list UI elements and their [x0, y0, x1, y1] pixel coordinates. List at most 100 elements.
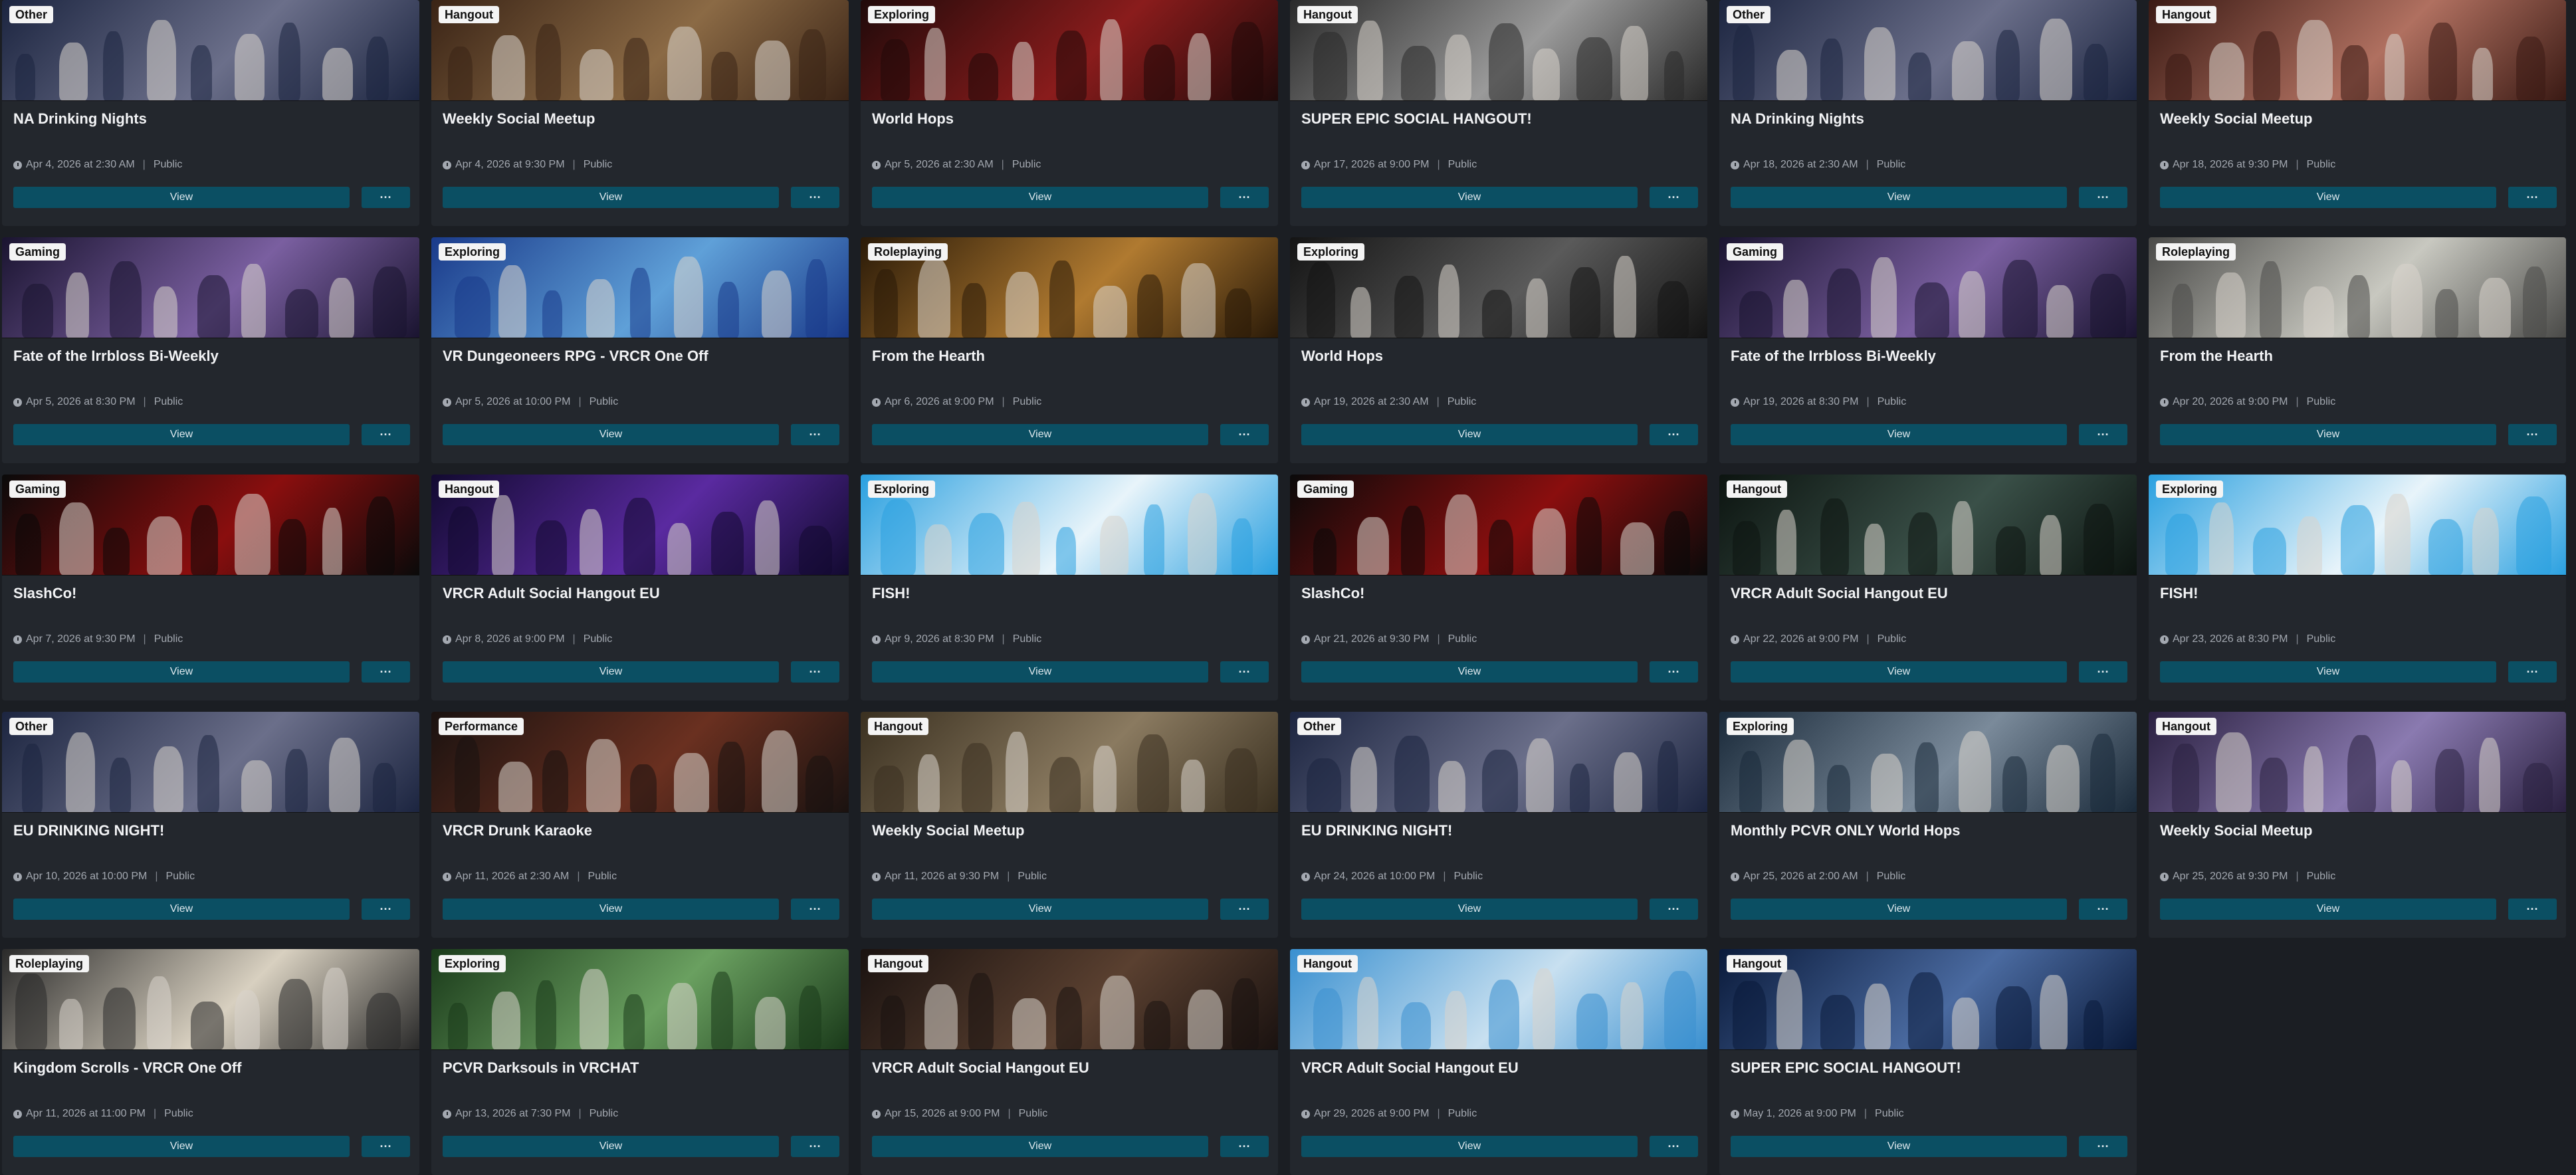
event-thumbnail[interactable]: Exploring [861, 475, 1278, 576]
event-thumbnail[interactable]: Gaming [2, 237, 419, 338]
view-button[interactable]: View [443, 1136, 779, 1157]
more-options-button[interactable]: ··· [1220, 187, 1269, 208]
event-thumbnail[interactable]: Hangout [1719, 475, 2137, 576]
more-options-button[interactable]: ··· [2079, 187, 2127, 208]
more-options-button[interactable]: ··· [2508, 899, 2557, 920]
more-options-button[interactable]: ··· [791, 424, 839, 445]
event-thumbnail[interactable]: Exploring [1290, 237, 1707, 338]
avatar-silhouette [1489, 520, 1513, 575]
view-button[interactable]: View [1731, 424, 2067, 445]
more-options-button[interactable]: ··· [362, 187, 410, 208]
event-thumbnail[interactable]: Exploring [861, 0, 1278, 101]
more-options-button[interactable]: ··· [2079, 661, 2127, 683]
view-button[interactable]: View [872, 187, 1208, 208]
event-thumbnail[interactable]: Roleplaying [2, 949, 419, 1050]
event-thumbnail[interactable]: Performance [431, 712, 849, 813]
event-thumbnail[interactable]: Roleplaying [2149, 237, 2566, 338]
more-options-button[interactable]: ··· [1220, 1136, 1269, 1157]
view-button[interactable]: View [2160, 424, 2496, 445]
view-button[interactable]: View [13, 424, 350, 445]
view-button[interactable]: View [13, 661, 350, 683]
more-options-button[interactable]: ··· [2508, 661, 2557, 683]
avatar-silhouette [448, 506, 479, 575]
more-options-button[interactable]: ··· [1650, 187, 1698, 208]
event-thumbnail[interactable]: Hangout [2149, 0, 2566, 101]
more-options-button[interactable]: ··· [362, 661, 410, 683]
view-button[interactable]: View [443, 661, 779, 683]
event-thumbnail[interactable]: Hangout [1719, 949, 2137, 1050]
more-options-button[interactable]: ··· [791, 661, 839, 683]
more-options-button[interactable]: ··· [2079, 1136, 2127, 1157]
event-thumbnail[interactable]: Gaming [2, 475, 419, 576]
event-thumbnail[interactable]: Hangout [861, 949, 1278, 1050]
more-options-button[interactable]: ··· [1220, 661, 1269, 683]
view-button[interactable]: View [2160, 661, 2496, 683]
event-title: NA Drinking Nights [1731, 110, 1864, 127]
view-button[interactable]: View [872, 899, 1208, 920]
view-button[interactable]: View [13, 899, 350, 920]
more-options-button[interactable]: ··· [2079, 899, 2127, 920]
event-thumbnail[interactable]: Exploring [431, 949, 849, 1050]
event-meta: Apr 18, 2026 at 9:30 PM | Public [2160, 159, 2335, 171]
view-button[interactable]: View [443, 187, 779, 208]
event-thumbnail[interactable]: Roleplaying [861, 237, 1278, 338]
view-button[interactable]: View [1731, 187, 2067, 208]
view-button[interactable]: View [443, 424, 779, 445]
event-thumbnail[interactable]: Gaming [1290, 475, 1707, 576]
view-button[interactable]: View [2160, 187, 2496, 208]
avatar-silhouette [881, 499, 916, 575]
more-options-button[interactable]: ··· [791, 1136, 839, 1157]
event-thumbnail[interactable]: Hangout [1290, 0, 1707, 101]
view-button[interactable]: View [13, 1136, 350, 1157]
event-thumbnail[interactable]: Gaming [1719, 237, 2137, 338]
view-button[interactable]: View [872, 424, 1208, 445]
event-thumbnail[interactable]: Hangout [861, 712, 1278, 813]
more-options-button[interactable]: ··· [1650, 424, 1698, 445]
event-thumbnail[interactable]: Other [1290, 712, 1707, 813]
view-button[interactable]: View [1301, 661, 1638, 683]
more-options-button[interactable]: ··· [362, 899, 410, 920]
avatar-silhouette [918, 258, 950, 338]
more-options-button[interactable]: ··· [2508, 187, 2557, 208]
view-button[interactable]: View [1301, 424, 1638, 445]
view-button[interactable]: View [443, 899, 779, 920]
more-options-button[interactable]: ··· [1220, 424, 1269, 445]
event-thumbnail[interactable]: Hangout [2149, 712, 2566, 813]
view-button[interactable]: View [1731, 1136, 2067, 1157]
event-card: Hangout VRCR Adult Social Hangout EU Apr 1… [861, 949, 1278, 1175]
more-options-button[interactable]: ··· [2508, 424, 2557, 445]
view-button[interactable]: View [1301, 1136, 1638, 1157]
event-thumbnail[interactable]: Exploring [2149, 475, 2566, 576]
more-options-button[interactable]: ··· [791, 187, 839, 208]
view-button[interactable]: View [1301, 187, 1638, 208]
event-thumbnail[interactable]: Hangout [431, 475, 849, 576]
clock-icon [872, 397, 881, 407]
event-thumbnail[interactable]: Other [1719, 0, 2137, 101]
more-options-button[interactable]: ··· [2079, 424, 2127, 445]
meta-separator: | [155, 871, 158, 882]
more-options-button[interactable]: ··· [1650, 1136, 1698, 1157]
view-button[interactable]: View [1731, 661, 2067, 683]
more-options-button[interactable]: ··· [1650, 661, 1698, 683]
more-options-button[interactable]: ··· [1650, 899, 1698, 920]
view-button[interactable]: View [1301, 899, 1638, 920]
event-thumbnail[interactable]: Exploring [1719, 712, 2137, 813]
event-thumbnail[interactable]: Exploring [431, 237, 849, 338]
view-button[interactable]: View [2160, 899, 2496, 920]
view-button[interactable]: View [872, 661, 1208, 683]
clock-icon [2160, 872, 2169, 881]
more-options-button[interactable]: ··· [791, 899, 839, 920]
event-thumbnail[interactable]: Hangout [1290, 949, 1707, 1050]
more-options-button[interactable]: ··· [1220, 899, 1269, 920]
event-thumbnail[interactable]: Other [2, 712, 419, 813]
category-badge: Gaming [9, 481, 66, 498]
event-thumbnail[interactable]: Hangout [431, 0, 849, 101]
event-thumbnail[interactable]: Other [2, 0, 419, 101]
more-options-button[interactable]: ··· [362, 1136, 410, 1157]
view-button[interactable]: View [13, 187, 350, 208]
more-options-button[interactable]: ··· [362, 424, 410, 445]
meta-separator: | [1002, 633, 1005, 645]
view-button[interactable]: View [1731, 899, 2067, 920]
avatar-silhouette [2253, 528, 2286, 575]
view-button[interactable]: View [872, 1136, 1208, 1157]
